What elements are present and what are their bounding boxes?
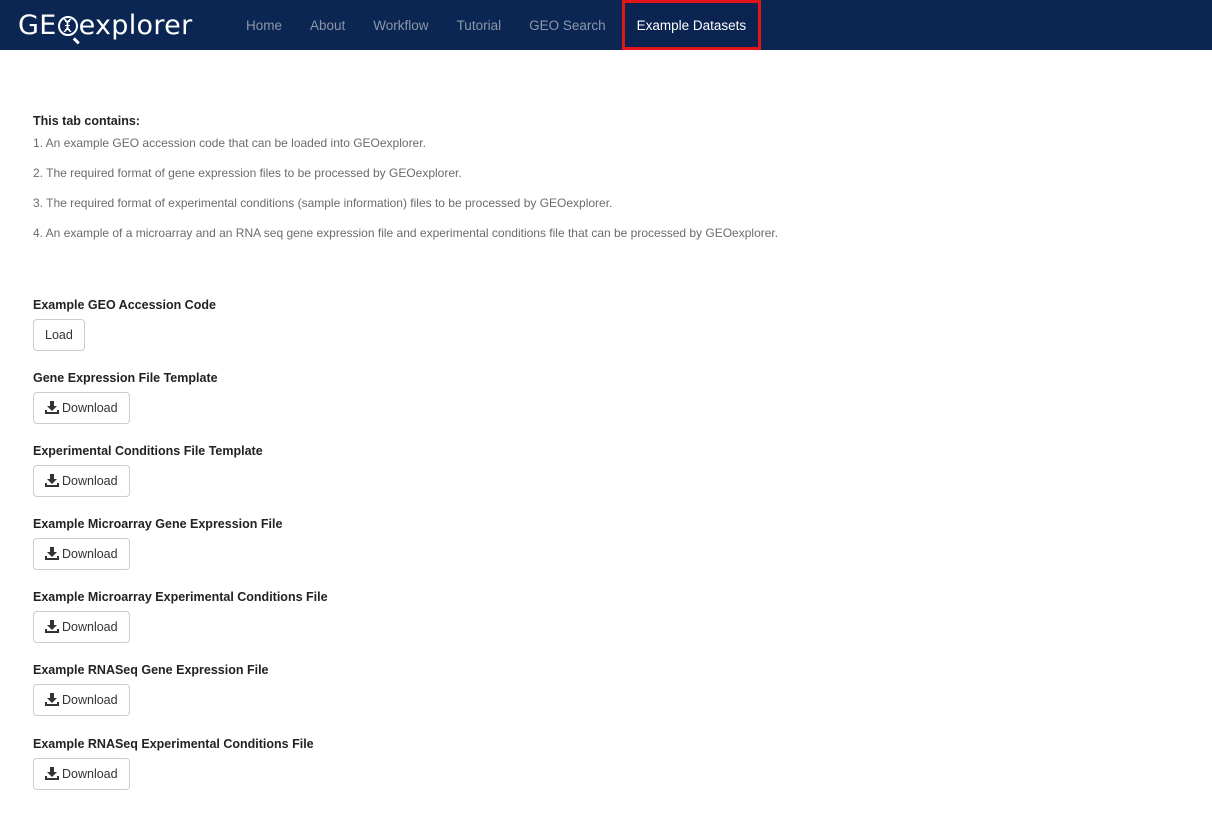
intro-item-2: 2. The required format of gene expressio…: [33, 166, 462, 180]
section-example-geo-accession: Example GEO Accession Code Load: [33, 297, 216, 351]
download-button[interactable]: Download: [33, 538, 130, 570]
intro-heading: This tab contains:: [33, 114, 140, 128]
button-label: Download: [62, 401, 118, 415]
nav-workflow[interactable]: Workflow: [359, 0, 442, 50]
section-label: Example Microarray Experimental Conditio…: [33, 590, 328, 604]
section-experimental-conditions-template: Experimental Conditions File Template Do…: [33, 443, 263, 497]
section-rnaseq-experimental-conditions: Example RNASeq Experimental Conditions F…: [33, 736, 314, 790]
section-label: Example Microarray Gene Expression File: [33, 517, 283, 531]
button-label: Download: [62, 474, 118, 488]
section-label: Example GEO Accession Code: [33, 298, 216, 312]
download-button[interactable]: Download: [33, 611, 130, 643]
load-button[interactable]: Load: [33, 319, 85, 351]
brand-prefix: GE: [18, 9, 57, 41]
section-label: Example RNASeq Experimental Conditions F…: [33, 737, 314, 751]
button-label: Download: [62, 693, 118, 707]
section-rnaseq-gene-expression: Example RNASeq Gene Expression File Down…: [33, 662, 269, 716]
nav-about[interactable]: About: [296, 0, 359, 50]
main-nav: Home About Workflow Tutorial GEO Search …: [232, 0, 762, 50]
download-button[interactable]: Download: [33, 392, 130, 424]
button-label: Download: [62, 767, 118, 781]
section-microarray-gene-expression: Example Microarray Gene Expression File …: [33, 516, 282, 570]
intro-item-3: 3. The required format of experimental c…: [33, 196, 613, 210]
download-icon: [45, 619, 59, 633]
section-label: Experimental Conditions File Template: [33, 444, 263, 458]
top-navbar: GE explorer Home About Workflow Tutorial …: [0, 0, 1212, 50]
intro-panel: This tab contains: 1. An example GEO acc…: [33, 113, 1183, 255]
nav-tutorial[interactable]: Tutorial: [443, 0, 516, 50]
intro-item-1: 1. An example GEO accession code that ca…: [33, 136, 426, 150]
dna-magnifier-icon: [57, 16, 78, 36]
download-icon: [45, 400, 59, 414]
nav-home[interactable]: Home: [232, 0, 296, 50]
button-label: Load: [45, 328, 73, 342]
download-icon: [45, 692, 59, 706]
section-gene-expression-template: Gene Expression File Template Download: [33, 370, 218, 424]
intro-item-4: 4. An example of a microarray and an RNA…: [33, 226, 779, 240]
download-icon: [45, 546, 59, 560]
nav-example-datasets[interactable]: Example Datasets: [621, 0, 762, 50]
download-button[interactable]: Download: [33, 465, 130, 497]
button-label: Download: [62, 547, 118, 561]
download-icon: [45, 473, 59, 487]
section-label: Gene Expression File Template: [33, 371, 218, 385]
section-label: Example RNASeq Gene Expression File: [33, 663, 269, 677]
nav-geo-search[interactable]: GEO Search: [515, 0, 620, 50]
button-label: Download: [62, 620, 118, 634]
brand-suffix: explorer: [78, 9, 193, 41]
app-logo[interactable]: GE explorer: [18, 6, 193, 44]
download-icon: [45, 766, 59, 780]
section-microarray-experimental-conditions: Example Microarray Experimental Conditio…: [33, 589, 328, 643]
download-button[interactable]: Download: [33, 758, 130, 790]
download-button[interactable]: Download: [33, 684, 130, 716]
